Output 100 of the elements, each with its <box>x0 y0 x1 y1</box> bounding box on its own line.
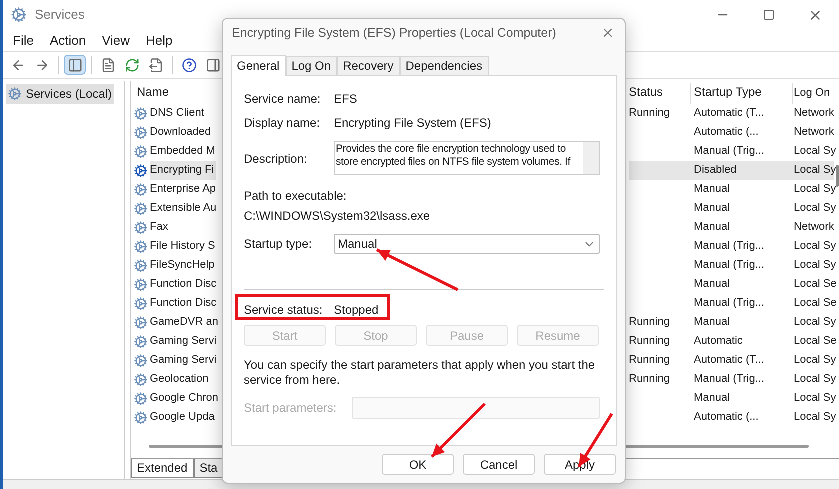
panel-icon[interactable] <box>64 55 86 75</box>
window-title: Services <box>35 6 85 24</box>
table-cell-text: Google Chron <box>150 391 220 406</box>
gear-icon <box>134 334 148 348</box>
field-value: Encrypting File System (EFS) <box>334 115 492 132</box>
table-cell-text: Automatic (... <box>693 410 760 425</box>
table-cell-text: Network <box>793 106 834 121</box>
table-cell-text: Running <box>629 334 671 349</box>
table-cell-text: Running <box>629 372 671 387</box>
table-cell-text: Manual <box>693 220 732 235</box>
table-cell-text: Local Sy <box>793 353 834 368</box>
table-cell-text: Running <box>629 315 671 330</box>
gear-icon <box>134 202 148 216</box>
dialog-tab[interactable]: Log On <box>286 56 338 75</box>
menu-item[interactable]: Help <box>140 30 179 50</box>
table-cell-text: Local Se <box>793 296 834 311</box>
field-value: Stopped <box>334 302 379 319</box>
gear-icon <box>134 144 148 158</box>
column-header[interactable]: Name <box>131 83 224 104</box>
dialog-tab[interactable]: General <box>231 55 286 76</box>
table-cell-text: Manual (Trig... <box>693 372 766 387</box>
close-icon[interactable] <box>601 26 615 40</box>
menu-item[interactable]: Action <box>44 30 92 50</box>
table-cell: Local Sy <box>793 161 834 180</box>
annotation-arrow <box>430 402 486 458</box>
table-cell-text: Function Disc <box>150 277 218 292</box>
table-cell-text: Local Sy <box>793 372 834 387</box>
table-cell-text: Local Sy <box>793 201 834 216</box>
gear-icon <box>134 354 148 368</box>
dialog-button[interactable]: OK <box>382 454 454 475</box>
menu-item[interactable]: File <box>7 30 40 50</box>
table-cell-text: Local Sy <box>793 258 834 273</box>
gear-icon <box>134 164 148 178</box>
table-cell-text: Local Sy <box>793 391 834 406</box>
column-header[interactable]: Startup Type <box>691 83 793 104</box>
menu-item[interactable]: View <box>96 30 136 50</box>
table-cell-text: Network <box>793 220 834 235</box>
gear-icon <box>134 182 148 196</box>
table-cell-text: Manual <box>693 277 732 292</box>
table-cell-text: FileSyncHelp <box>150 258 216 273</box>
field-label: Start parameters: <box>244 400 338 417</box>
table-cell-text: Running <box>629 106 671 121</box>
table-cell-text: DNS Client <box>150 106 206 121</box>
table-cell-text: Running <box>629 353 671 368</box>
column-header[interactable]: Log On <box>793 84 834 104</box>
scrollbar-thumb[interactable] <box>836 165 839 187</box>
table-cell-text: Enterprise Ap <box>150 182 218 197</box>
dialog-title: Encrypting File System (EFS) Properties (Local Computer) <box>232 24 556 42</box>
table-cell-text: GameDVR an <box>150 315 220 330</box>
startup-type-dropdown[interactable]: Manual <box>334 234 600 254</box>
gear-icon <box>134 106 148 120</box>
table-cell-text: Extensible Au <box>150 201 218 216</box>
field-value: EFS <box>334 91 358 108</box>
table-cell-text: Local Se <box>793 277 834 292</box>
table-cell-text: Network <box>793 125 834 140</box>
table-cell-text: Automatic (T... <box>693 106 766 121</box>
table-cell-text: Local Sy <box>793 239 834 254</box>
table-cell-text: Downloaded <box>150 125 212 140</box>
gear-icon <box>134 278 148 292</box>
tree-item[interactable]: Services (Local) <box>6 84 114 104</box>
table-cell-text: Manual <box>693 315 732 330</box>
column-header[interactable]: Status <box>629 83 691 104</box>
table-cell-text: Automatic (T... <box>693 353 766 368</box>
maximize-icon[interactable] <box>763 9 775 21</box>
hint-text: You can specify the start parameters that apply when you start the service from here. <box>244 358 596 388</box>
gear-icon <box>134 316 148 330</box>
table-cell-text: Function Disc <box>150 296 218 311</box>
table-cell-text: Automatic (... <box>693 125 760 140</box>
table-cell-text: Fax <box>150 220 170 235</box>
field-label: Path to executable: <box>244 188 348 205</box>
gear-icon <box>134 240 148 254</box>
table-cell: Disabled <box>691 161 793 180</box>
row-highlight <box>629 161 691 180</box>
gear-icon <box>11 7 27 23</box>
description-box: Provides the core file encryption technology used to store encrypted files on NTFS file system volumes. If <box>334 141 600 175</box>
table-cell-text: Embedded M <box>150 144 216 159</box>
table-cell-text: Geolocation <box>150 372 210 387</box>
dialog-tab[interactable]: Recovery <box>337 56 400 75</box>
table-cell-text: Manual (Trig... <box>693 239 766 254</box>
gear-icon <box>134 220 148 234</box>
table-cell-text: Manual <box>693 201 732 216</box>
table-cell-text: Gaming Servi <box>150 353 218 368</box>
gear-icon <box>134 410 148 424</box>
view-tab[interactable]: Sta <box>194 459 224 478</box>
gear-icon <box>134 258 148 272</box>
table-cell-text: Google Upda <box>150 410 216 425</box>
dialog-tab[interactable]: Dependencies <box>400 56 488 75</box>
field-label: Description: <box>244 151 308 168</box>
gear-icon <box>134 392 148 406</box>
table-cell-text: Local Sy <box>793 410 834 425</box>
table-cell-text: Manual (Trig... <box>693 144 766 159</box>
dialog-button[interactable]: Cancel <box>463 454 535 475</box>
table-cell-text: Manual <box>693 391 732 406</box>
table-cell-text: Local Se <box>793 334 834 349</box>
table-cell-text: File History S <box>150 239 216 254</box>
gear-icon <box>134 296 148 310</box>
table-cell-text: Gaming Servi <box>150 334 218 349</box>
gear-icon <box>134 126 148 140</box>
view-tab[interactable]: Extended <box>131 459 194 478</box>
table-cell: Encrypting Fi <box>150 161 216 180</box>
